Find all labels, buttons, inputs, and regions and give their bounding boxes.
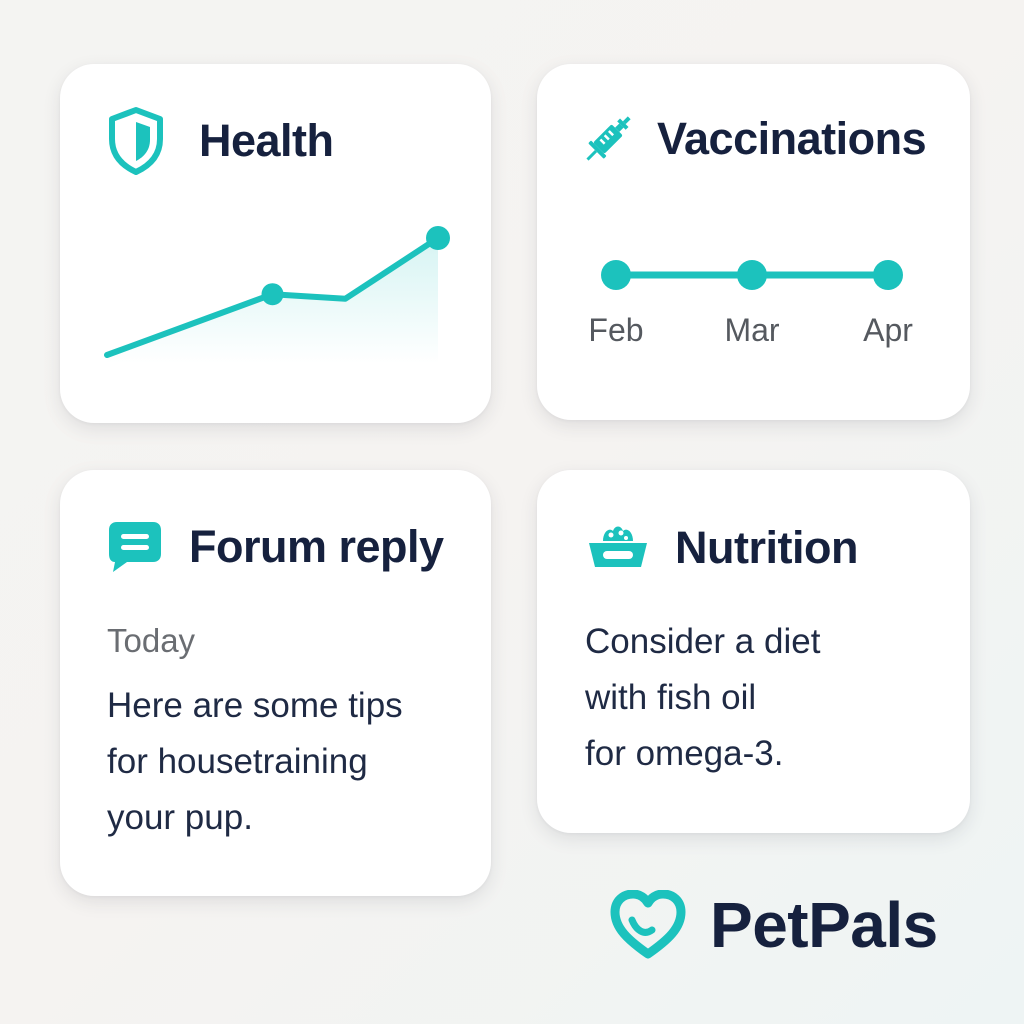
timeline-dot-feb	[601, 260, 631, 290]
food-bowl-icon	[585, 523, 651, 573]
forum-title: Forum reply	[189, 521, 444, 572]
health-trend-point	[426, 226, 450, 250]
nutrition-title: Nutrition	[675, 522, 858, 573]
timeline-dot-mar	[737, 260, 767, 290]
forum-date: Today	[107, 622, 196, 659]
brand-name: PetPals	[710, 889, 938, 961]
forum-header: Forum reply	[107, 520, 444, 574]
health-trend-point	[261, 283, 284, 306]
forum-text-line-1: Here are some tips	[107, 686, 403, 725]
vaccinations-card[interactable]: Vaccinations Feb Mar Apr	[537, 64, 970, 420]
timeline-dot-apr	[873, 260, 903, 290]
forum-text-line-2: for housetraining	[107, 742, 368, 781]
nutrition-header: Nutrition	[585, 522, 858, 574]
health-trend-chart	[104, 226, 450, 364]
forum-reply-card[interactable]: Forum reply Today Here are some tips for…	[60, 470, 491, 896]
month-label-apr: Apr	[863, 312, 913, 348]
month-label-feb: Feb	[588, 312, 644, 348]
health-card[interactable]: Health	[60, 64, 491, 423]
brand-logo[interactable]: PetPals	[610, 888, 938, 962]
month-label-mar: Mar	[724, 312, 780, 348]
nutrition-card[interactable]: Nutrition Consider a diet with fish oil …	[537, 470, 970, 833]
chat-bubble-icon	[107, 520, 163, 574]
forum-text-line-3: your pup.	[107, 798, 253, 837]
nutrition-text-line-2: with fish oil	[585, 678, 757, 717]
heart-logo-icon	[610, 890, 686, 960]
nutrition-text-line-1: Consider a diet	[585, 622, 821, 661]
nutrition-text-line-3: for omega-3.	[585, 734, 784, 773]
vaccination-timeline	[601, 260, 903, 290]
